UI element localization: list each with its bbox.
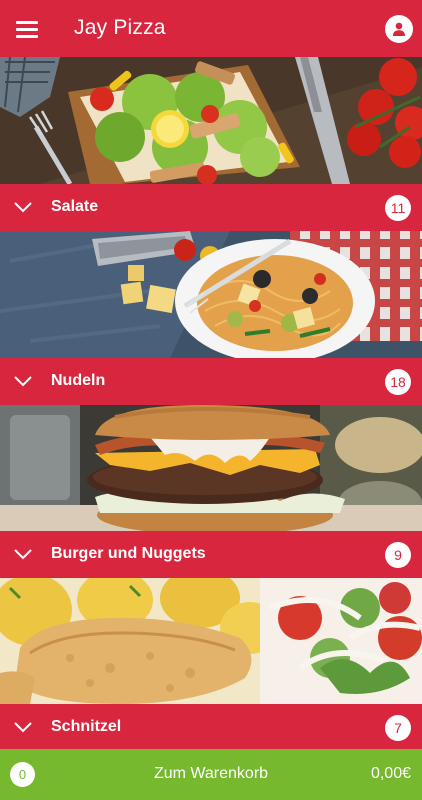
hamburger-menu-icon[interactable] bbox=[16, 19, 40, 39]
pasta-photo[interactable] bbox=[0, 231, 422, 358]
cart-button[interactable]: 0 Zum Warenkorb 0,00€ bbox=[0, 749, 422, 800]
cart-label: Zum Warenkorb bbox=[153, 765, 269, 782]
category-salate[interactable]: Salate 11 bbox=[0, 184, 422, 231]
category-burger-und-nuggets[interactable]: Burger und Nuggets 9 bbox=[0, 531, 422, 578]
category-label: Salate bbox=[51, 198, 99, 215]
category-label: Schnitzel bbox=[51, 718, 122, 735]
chevron-down-icon bbox=[14, 376, 32, 387]
schnitzel-photo[interactable] bbox=[0, 578, 422, 704]
category-count-badge: 7 bbox=[385, 715, 411, 741]
category-count-badge: 11 bbox=[385, 195, 411, 221]
category-label: Nudeln bbox=[51, 372, 106, 389]
app-bar: Jay Pizza bbox=[0, 0, 422, 57]
app-title: Jay Pizza bbox=[74, 16, 166, 39]
chevron-down-icon bbox=[14, 549, 32, 560]
category-nudeln[interactable]: Nudeln 18 bbox=[0, 358, 422, 405]
chevron-down-icon bbox=[14, 722, 32, 733]
category-count-badge: 9 bbox=[385, 542, 411, 568]
cart-total: 0,00€ bbox=[370, 765, 411, 782]
category-schnitzel[interactable]: Schnitzel 7 bbox=[0, 704, 422, 751]
user-profile-icon[interactable] bbox=[385, 15, 413, 43]
salad-photo[interactable] bbox=[0, 57, 422, 184]
category-label: Burger und Nuggets bbox=[51, 545, 206, 562]
category-count-badge: 18 bbox=[385, 369, 411, 395]
burger-photo[interactable] bbox=[0, 405, 422, 531]
chevron-down-icon bbox=[14, 202, 32, 213]
